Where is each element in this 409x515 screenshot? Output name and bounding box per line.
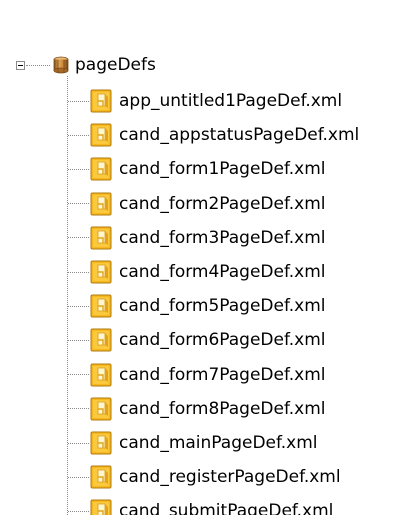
tree-connector: [68, 305, 89, 307]
tree-connector: [68, 476, 89, 478]
tree-item[interactable]: cand_form7PageDef.xml: [68, 358, 325, 392]
tree-connector: [68, 100, 89, 102]
tree-item[interactable]: cand_form5PageDef.xml: [68, 289, 325, 323]
pagedef-file-icon: [90, 157, 112, 181]
tree-item-label: cand_form8PageDef.xml: [119, 398, 326, 419]
tree-item-label: app_untitled1PageDef.xml: [119, 91, 343, 111]
pagedef-file-icon: [90, 260, 112, 284]
pagedef-file-icon: [90, 226, 112, 250]
tree-connector: [68, 134, 89, 136]
tree-connector: [68, 168, 89, 170]
tree-connector: [68, 237, 89, 239]
tree-connector: [68, 203, 89, 205]
tree-item-label: cand_registerPageDef.xml: [119, 467, 341, 488]
pagedef-file-icon: [90, 431, 112, 455]
tree-connector: [68, 339, 89, 341]
collapse-toggle-icon[interactable]: [16, 60, 25, 70]
pagedef-file-icon: [90, 397, 112, 421]
tree-item-label: cand_form1PageDef.xml: [119, 159, 326, 180]
pagedef-file-icon: [90, 294, 112, 318]
tree-item-label: cand_form5PageDef.xml: [119, 296, 326, 317]
pagedef-file-icon: [90, 465, 112, 489]
tree-connector: [68, 442, 89, 444]
project-tree: pageDefs app_untitled1PageDef.xml cand_ap…: [0, 0, 409, 515]
tree-item-label: cand_mainPageDef.xml: [119, 433, 318, 453]
tree-connector: [68, 408, 89, 410]
tree-item[interactable]: cand_submitPageDef.xml: [68, 494, 333, 515]
tree-connector: [26, 64, 50, 66]
tree-connector: [68, 510, 89, 512]
tree-item[interactable]: cand_form4PageDef.xml: [68, 255, 325, 289]
tree-node-pagedefs[interactable]: pageDefs: [16, 52, 156, 78]
tree-item[interactable]: cand_form3PageDef.xml: [68, 221, 325, 255]
tree-connector: [68, 374, 89, 376]
tree-item-label: cand_form4PageDef.xml: [119, 262, 326, 282]
tree-item[interactable]: cand_appstatusPageDef.xml: [68, 118, 359, 152]
tree-item[interactable]: cand_registerPageDef.xml: [68, 460, 341, 494]
pagedef-file-icon: [90, 328, 112, 352]
pagedef-file-icon: [90, 499, 112, 515]
pagedef-file-icon: [90, 123, 112, 147]
pagedef-file-icon: [90, 192, 112, 216]
tree-item[interactable]: cand_form8PageDef.xml: [68, 392, 325, 426]
tree-item-label: cand_submitPageDef.xml: [119, 501, 334, 515]
tree-item[interactable]: app_untitled1PageDef.xml: [68, 84, 342, 118]
tree-item-label: cand_form3PageDef.xml: [119, 227, 326, 248]
tree-connector: [68, 271, 89, 273]
package-icon: [52, 56, 70, 74]
pagedef-file-icon: [90, 89, 112, 113]
tree-item[interactable]: cand_form1PageDef.xml: [68, 152, 325, 186]
tree-item-label: cand_appstatusPageDef.xml: [119, 125, 360, 146]
pagedef-file-icon: [90, 363, 112, 387]
tree-item-label: cand_form7PageDef.xml: [119, 364, 326, 385]
tree-item[interactable]: cand_mainPageDef.xml: [68, 426, 318, 460]
tree-item-label: cand_form6PageDef.xml: [119, 330, 326, 351]
tree-item[interactable]: cand_form2PageDef.xml: [68, 187, 325, 221]
tree-node-label: pageDefs: [75, 55, 156, 75]
tree-item-label: cand_form2PageDef.xml: [119, 193, 326, 214]
tree-item[interactable]: cand_form6PageDef.xml: [68, 323, 325, 357]
